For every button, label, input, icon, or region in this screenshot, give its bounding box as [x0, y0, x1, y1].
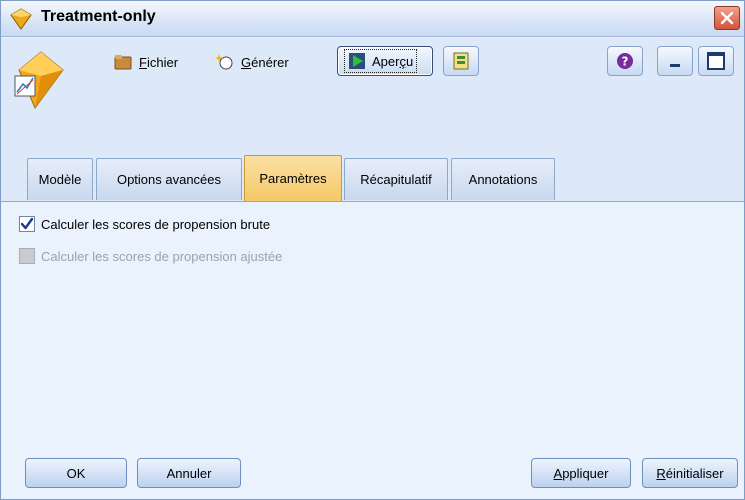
tab-recapitulatif[interactable]: Récapitulatif [344, 158, 448, 200]
model-logo-icon [13, 48, 69, 114]
menu-fichier[interactable]: Fichier [113, 44, 201, 80]
apply-button[interactable]: Appliquer [531, 458, 631, 488]
toolbar: Fichier Générer Aperçu ? [1, 38, 744, 120]
dialog-window: Treatment-only Fichier Générer Aperçu ? … [0, 0, 745, 500]
raw-propensity-checkbox[interactable] [19, 216, 35, 232]
close-button[interactable] [714, 6, 740, 30]
generer-label: énérer [251, 54, 289, 70]
help-icon: ? [617, 53, 633, 69]
maximize-icon [707, 52, 725, 70]
apercu-focus: Aperçu [344, 49, 418, 73]
apply-label: ppliquer [562, 465, 609, 481]
adjusted-propensity-checkbox [19, 248, 35, 264]
apply-mnemonic: A [553, 465, 563, 481]
window-title: Treatment-only [41, 8, 156, 25]
tab-annotations[interactable]: Annotations [451, 158, 555, 200]
apercu-button[interactable]: Aperçu [337, 46, 433, 76]
reset-mnemonic: R [656, 465, 666, 481]
fichier-mnemonic: F [139, 54, 147, 70]
raw-propensity-option[interactable]: Calculer les scores de propension brute [19, 216, 270, 232]
reset-label: éinitialiser [665, 465, 724, 481]
reset-button[interactable]: Réinitialiser [642, 458, 738, 488]
close-icon [720, 11, 734, 25]
minimize-button[interactable] [657, 46, 693, 76]
model-nugget-icon [9, 7, 33, 31]
tab-options-avancees[interactable]: Options avancées [96, 158, 242, 200]
generer-mnemonic: G [241, 54, 252, 70]
title-bar[interactable]: Treatment-only [1, 1, 744, 37]
folder-icon [114, 55, 132, 70]
adjusted-propensity-label: Calculer les scores de propension ajusté… [41, 248, 283, 264]
cancel-button[interactable]: Annuler [137, 458, 241, 488]
fichier-label: ichier [146, 54, 179, 70]
menu-generer[interactable]: Générer [215, 44, 315, 80]
sparkle-icon [215, 54, 233, 70]
minimize-icon [670, 64, 680, 67]
apercu-label-post: u [405, 53, 414, 69]
settings-panel: Calculer les scores de propension brute … [1, 202, 744, 442]
apercu-label-pre: Aper [372, 53, 400, 69]
svg-text:?: ? [622, 55, 629, 69]
export-button[interactable] [443, 46, 479, 76]
raw-propensity-label: Calculer les scores de propension brute [41, 216, 271, 232]
play-icon [349, 53, 365, 69]
tab-parametres[interactable]: Paramètres [244, 155, 342, 201]
ok-button[interactable]: OK [25, 458, 127, 488]
export-icon [453, 52, 469, 70]
tab-modele[interactable]: Modèle [27, 158, 93, 200]
checkmark-icon [20, 217, 34, 230]
tab-bar: Modèle Options avancées Paramètres Récap… [1, 120, 744, 202]
maximize-button[interactable] [698, 46, 734, 76]
help-button[interactable]: ? [607, 46, 643, 76]
adjusted-propensity-option: Calculer les scores de propension ajusté… [19, 248, 282, 264]
